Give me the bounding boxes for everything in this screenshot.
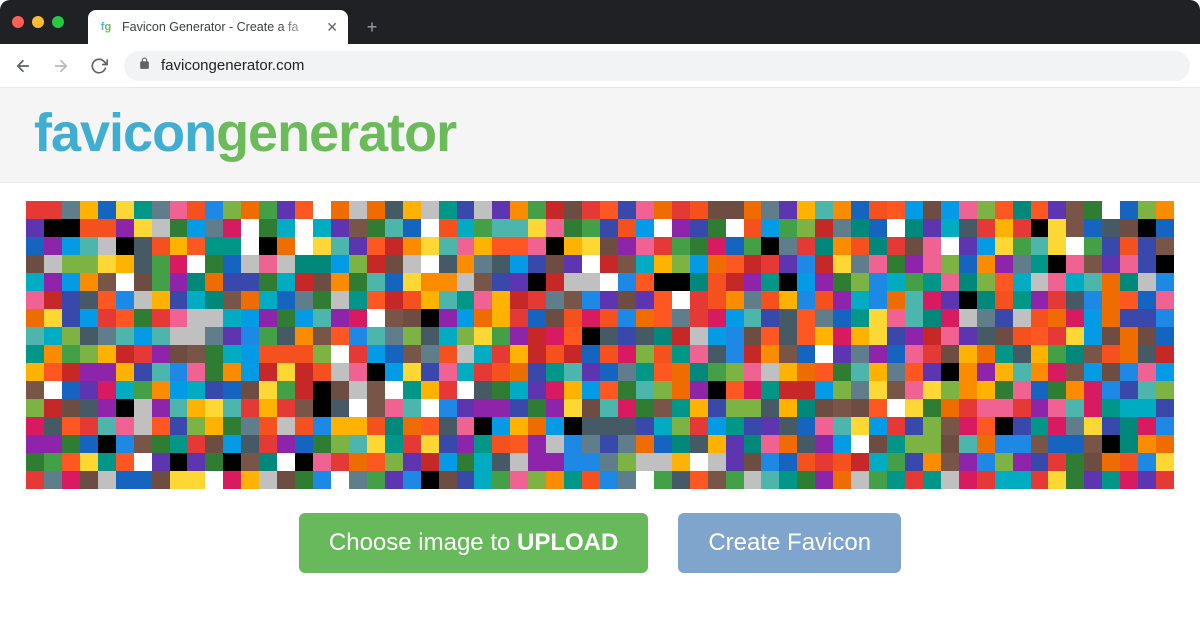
browser-toolbar: favicongenerator.com — [0, 44, 1200, 88]
upload-button[interactable]: Choose image to UPLOAD — [299, 513, 648, 573]
upload-button-prefix: Choose image to — [329, 529, 517, 556]
new-tab-button[interactable]: + — [358, 13, 386, 41]
reload-icon — [90, 57, 108, 75]
maximize-window-button[interactable] — [52, 16, 64, 28]
create-favicon-button[interactable]: Create Favicon — [678, 513, 901, 573]
browser-tab[interactable]: fg Favicon Generator - Create a fa ✕ — [88, 10, 348, 44]
tab-favicon-icon: fg — [98, 19, 114, 35]
action-buttons: Choose image to UPLOAD Create Favicon — [0, 489, 1200, 573]
browser-tab-bar: fg Favicon Generator - Create a fa ✕ + — [0, 0, 1200, 44]
back-button[interactable] — [10, 53, 36, 79]
close-window-button[interactable] — [12, 16, 24, 28]
reload-button[interactable] — [86, 53, 112, 79]
site-header: favicongenerator — [0, 88, 1200, 183]
site-logo: favicongenerator — [34, 102, 1166, 164]
window-controls — [12, 0, 88, 44]
minimize-window-button[interactable] — [32, 16, 44, 28]
tab-title: Favicon Generator - Create a fa — [122, 20, 318, 34]
arrow-left-icon — [14, 57, 32, 75]
url-text: favicongenerator.com — [161, 57, 304, 74]
logo-part-generator: generator — [216, 103, 456, 163]
tab-close-icon[interactable]: ✕ — [326, 19, 338, 36]
favicon-mosaic-banner — [26, 201, 1174, 489]
forward-button[interactable] — [48, 53, 74, 79]
logo-part-favicon: favicon — [34, 103, 216, 163]
lock-icon — [138, 57, 151, 74]
upload-button-strong: UPLOAD — [517, 529, 618, 556]
arrow-right-icon — [52, 57, 70, 75]
address-bar[interactable]: favicongenerator.com — [124, 51, 1190, 81]
